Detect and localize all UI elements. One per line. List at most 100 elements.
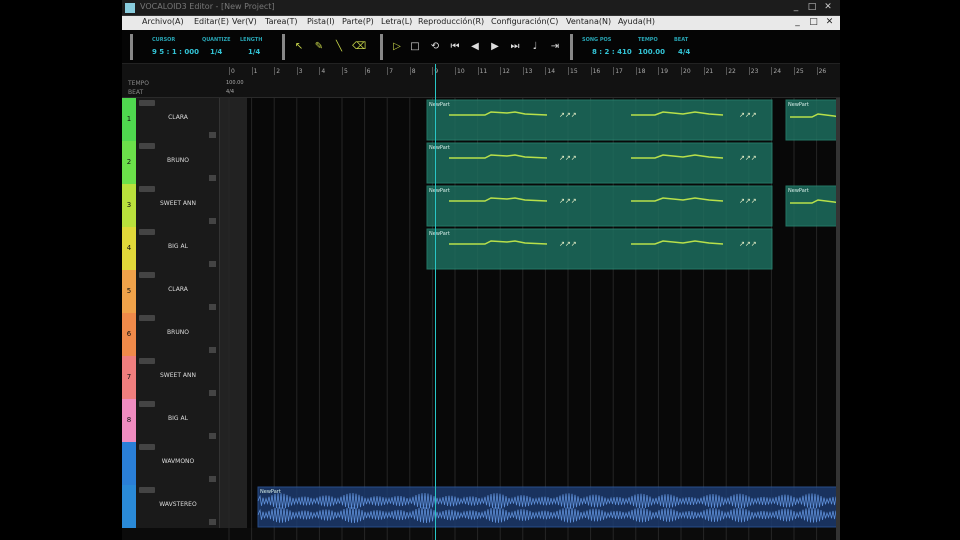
track-singer-name[interactable]: BRUNO <box>136 157 220 164</box>
beat-marker[interactable]: 4/4 <box>226 89 234 95</box>
stop-icon[interactable]: □ <box>408 40 422 54</box>
track-number[interactable]: 8 <box>122 399 136 442</box>
maximize-button[interactable]: □ <box>806 2 818 13</box>
track-mute-solo-button[interactable] <box>139 186 155 192</box>
track-singer-name[interactable]: BIG AL <box>136 243 220 250</box>
track-number[interactable]: 5 <box>122 270 136 313</box>
metronome-icon[interactable]: ♩ <box>528 40 542 54</box>
track-mute-solo-button[interactable] <box>139 272 155 278</box>
playhead-cursor[interactable] <box>435 64 436 540</box>
track-lane[interactable] <box>220 227 840 270</box>
track-lane[interactable] <box>220 270 840 313</box>
track-lane[interactable] <box>220 356 840 399</box>
loop-icon[interactable]: ⟲ <box>428 40 442 54</box>
track-mute-solo-button[interactable] <box>139 401 155 407</box>
menu-ver[interactable]: Ver(V) <box>232 17 257 26</box>
track-lane[interactable] <box>220 313 840 356</box>
track-header[interactable]: BIG AL <box>136 227 220 270</box>
toolbar-grip[interactable] <box>130 34 133 60</box>
track-lane[interactable] <box>220 442 840 485</box>
track-expand-button[interactable] <box>209 433 216 439</box>
length-select[interactable]: 1/4 <box>248 48 260 56</box>
track-number[interactable]: 1 <box>122 98 136 141</box>
doc-minimize-button[interactable]: _ <box>792 17 803 28</box>
track-singer-name[interactable]: WAVMONO <box>136 458 220 465</box>
track-number[interactable]: 6 <box>122 313 136 356</box>
track-mute-solo-button[interactable] <box>139 358 155 364</box>
menu-ventana[interactable]: Ventana(N) <box>566 17 611 26</box>
play-icon[interactable]: ▷ <box>390 40 404 54</box>
menu-tarea[interactable]: Tarea(T) <box>265 17 298 26</box>
track-header[interactable]: BIG AL <box>136 399 220 442</box>
track-expand-button[interactable] <box>209 519 216 525</box>
toolbar-grip[interactable] <box>282 34 285 60</box>
timeline-ruler[interactable]: TEMPO BEAT 100.00 4/4 0 1 2 3 4 5 6 7 8 9 10 11 12 13… <box>122 64 840 98</box>
track-header[interactable]: WAVSTEREO <box>136 485 220 528</box>
menu-pista[interactable]: Pista(I) <box>307 17 335 26</box>
doc-close-button[interactable]: ✕ <box>824 17 835 28</box>
track-expand-button[interactable] <box>209 261 216 267</box>
tempo-marker[interactable]: 100.00 <box>226 80 244 86</box>
line-tool-icon[interactable]: ╲ <box>332 40 346 54</box>
menu-ayuda[interactable]: Ayuda(H) <box>618 17 655 26</box>
menu-archivo[interactable]: Archivo(A) <box>142 17 184 26</box>
track-number[interactable]: 2 <box>122 141 136 184</box>
vertical-scrollbar[interactable] <box>836 98 840 540</box>
toolbar-grip[interactable] <box>570 34 573 60</box>
menu-parte[interactable]: Parte(P) <box>342 17 374 26</box>
track-number[interactable]: 4 <box>122 227 136 270</box>
track-singer-name[interactable]: WAVSTEREO <box>136 501 220 508</box>
track-singer-name[interactable]: CLARA <box>136 286 220 293</box>
pencil-tool-icon[interactable]: ✎ <box>312 40 326 54</box>
minimize-button[interactable]: _ <box>790 2 802 13</box>
track-number[interactable]: 3 <box>122 184 136 227</box>
track-expand-button[interactable] <box>209 347 216 353</box>
forward-icon[interactable]: ▶ <box>488 40 502 54</box>
track-expand-button[interactable] <box>209 304 216 310</box>
track-lane[interactable] <box>220 184 840 227</box>
track-number[interactable]: 7 <box>122 356 136 399</box>
track-expand-button[interactable] <box>209 132 216 138</box>
track-singer-name[interactable]: SWEET ANN <box>136 200 220 207</box>
track-header[interactable]: SWEET ANN <box>136 184 220 227</box>
track-singer-name[interactable]: BRUNO <box>136 329 220 336</box>
track-expand-button[interactable] <box>209 476 216 482</box>
track-header[interactable]: CLARA <box>136 98 220 141</box>
arrow-tool-icon[interactable]: ↖ <box>292 40 306 54</box>
track-singer-name[interactable]: CLARA <box>136 114 220 121</box>
track-number[interactable] <box>122 485 136 528</box>
track-mute-solo-button[interactable] <box>139 315 155 321</box>
track-header[interactable]: WAVMONO <box>136 442 220 485</box>
track-lane[interactable] <box>220 141 840 184</box>
track-expand-button[interactable] <box>209 390 216 396</box>
track-lane[interactable] <box>220 399 840 442</box>
menu-editar[interactable]: Editar(E) <box>194 17 229 26</box>
toolbar-grip[interactable] <box>380 34 383 60</box>
fastforward-icon[interactable]: ⏭ <box>508 40 522 54</box>
track-mute-solo-button[interactable] <box>139 143 155 149</box>
track-mute-solo-button[interactable] <box>139 487 155 493</box>
track-expand-button[interactable] <box>209 175 216 181</box>
track-header[interactable]: CLARA <box>136 270 220 313</box>
track-expand-button[interactable] <box>209 218 216 224</box>
track-singer-name[interactable]: BIG AL <box>136 415 220 422</box>
track-singer-name[interactable]: SWEET ANN <box>136 372 220 379</box>
menu-reproduccion[interactable]: Reproducción(R) <box>418 17 484 26</box>
track-header[interactable]: BRUNO <box>136 141 220 184</box>
doc-restore-button[interactable]: □ <box>808 17 819 28</box>
track-lane[interactable] <box>220 98 840 141</box>
back-icon[interactable]: ◀ <box>468 40 482 54</box>
autoscroll-icon[interactable]: ⇥ <box>548 40 562 54</box>
track-mute-solo-button[interactable] <box>139 229 155 235</box>
track-number[interactable] <box>122 442 136 485</box>
eraser-tool-icon[interactable]: ⌫ <box>352 40 366 54</box>
menu-configuracion[interactable]: Configuración(C) <box>491 17 558 26</box>
track-header[interactable]: BRUNO <box>136 313 220 356</box>
track-mute-solo-button[interactable] <box>139 100 155 106</box>
quantize-select[interactable]: 1/4 <box>210 48 222 56</box>
track-lane[interactable] <box>220 485 840 528</box>
track-header[interactable]: SWEET ANN <box>136 356 220 399</box>
close-button[interactable]: ✕ <box>822 2 834 13</box>
rewind-icon[interactable]: ⏮ <box>448 40 462 54</box>
track-mute-solo-button[interactable] <box>139 444 155 450</box>
